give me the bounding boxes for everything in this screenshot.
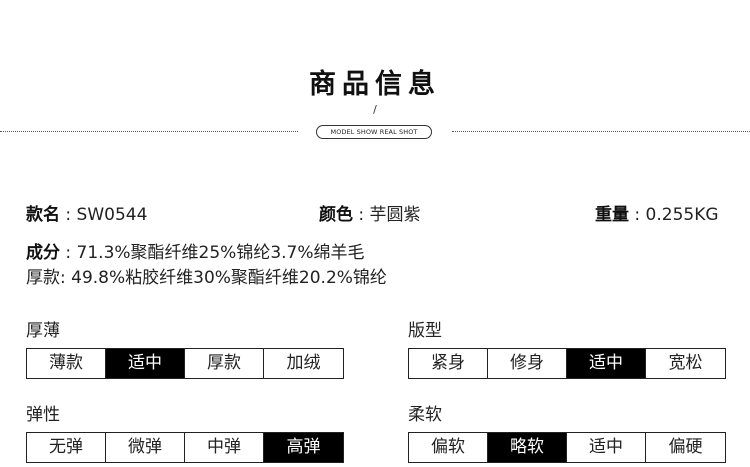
weight-value: : 0.255KG: [629, 205, 719, 225]
style-number: 款名 : SW0544: [26, 200, 147, 225]
composition-value: : 71.3%聚酯纤维25%锦纶3.7%绵羊毛: [60, 243, 365, 263]
weight-info: 重量 : 0.255KG: [595, 200, 719, 225]
composition-label: 成分: [26, 243, 60, 263]
dotted-divider-left: [0, 131, 298, 132]
fit-option: 适中: [567, 349, 646, 378]
thickness-option: 厚款: [185, 349, 264, 378]
elasticity-option: 微弹: [106, 433, 185, 462]
elasticity-option: 无弹: [27, 433, 106, 462]
page-title: 商品信息: [309, 69, 441, 100]
softness-option: 略软: [488, 433, 567, 462]
thickness-label: 厚薄: [26, 321, 60, 341]
lining-line: 厚款: 49.8%粘胶纤维30%聚酯纤维20.2%锦纶: [26, 268, 387, 288]
style-number-label: 款名: [26, 205, 60, 225]
color-value: : 芋圆紫: [353, 205, 421, 225]
elasticity-options: 无弹 微弹 中弹 高弹: [26, 432, 344, 463]
thickness-option: 加绒: [286, 353, 321, 373]
softness-option: 偏硬: [668, 437, 703, 457]
softness-label: 柔软: [408, 405, 442, 425]
fit-option: 宽松: [668, 353, 703, 373]
weight-label: 重量: [595, 205, 629, 225]
elasticity-option: 高弹: [264, 433, 343, 462]
softness-options: 偏软 略软 适中 偏硬: [408, 432, 726, 463]
composition-line: 成分 : 71.3%聚酯纤维25%锦纶3.7%绵羊毛: [26, 238, 365, 263]
fit-options: 紧身 修身 适中 宽松: [408, 348, 726, 379]
fit-label: 版型: [408, 321, 442, 341]
dotted-divider-right: [452, 131, 750, 132]
subtitle-pill: MODEL SHOW REAL SHOT: [316, 125, 432, 139]
softness-option: 适中: [567, 433, 646, 462]
thickness-option: 适中: [106, 349, 185, 378]
fit-option: 修身: [488, 349, 567, 378]
thickness-option: 薄款: [27, 349, 106, 378]
style-number-value: : SW0544: [60, 205, 148, 225]
elasticity-label: 弹性: [26, 405, 60, 425]
title-slash: /: [373, 103, 377, 116]
fit-option: 紧身: [409, 349, 488, 378]
elasticity-option: 中弹: [185, 433, 264, 462]
color-label: 颜色: [319, 205, 353, 225]
thickness-options: 薄款 适中 厚款 加绒: [26, 348, 344, 379]
softness-option: 偏软: [409, 433, 488, 462]
color-info: 颜色 : 芋圆紫: [319, 200, 421, 225]
